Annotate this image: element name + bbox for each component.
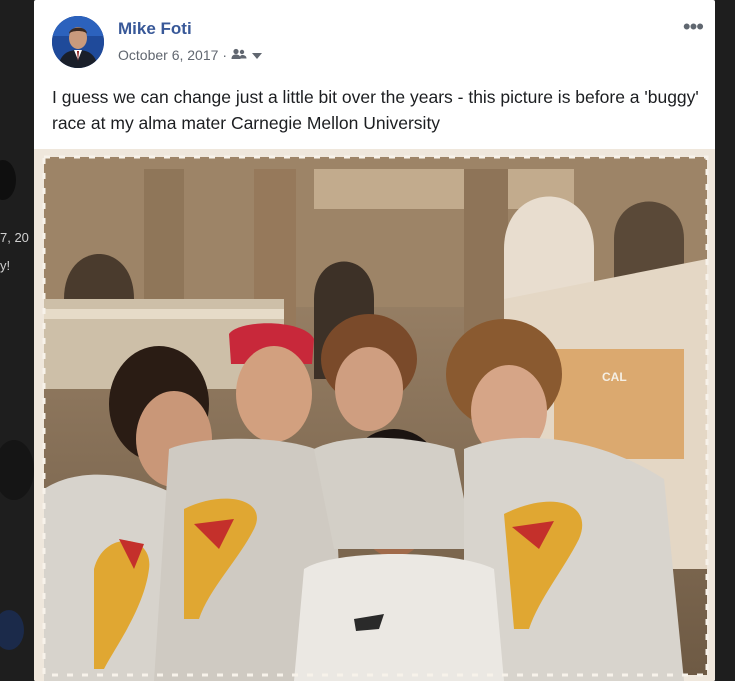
truck-logo-text: CAL (602, 370, 627, 384)
post-photo[interactable]: CAL (34, 149, 715, 681)
post-card: Mike Foti October 6, 2017 · ••• I guess … (34, 0, 715, 681)
caret-down-icon[interactable] (251, 47, 263, 63)
post-date-link[interactable]: October 6, 2017 (118, 47, 218, 63)
author-avatar-image (52, 16, 104, 68)
peek-avatar2-icon (0, 610, 24, 650)
post-meta: October 6, 2017 · (118, 47, 263, 63)
meta-separator: · (222, 47, 228, 63)
author-avatar[interactable] (52, 16, 104, 68)
post-text: I guess we can change just a little bit … (52, 87, 699, 133)
peek-avatar-icon (0, 160, 16, 200)
more-horizontal-icon[interactable]: ••• (683, 14, 704, 40)
author-name-link[interactable]: Mike Foti (118, 19, 192, 39)
background-left-column: 7, 20 y! (0, 0, 38, 681)
peek-year-text: 7, 20 (0, 230, 29, 245)
photo-image: CAL (34, 149, 715, 681)
background-right-column (715, 0, 735, 681)
friends-icon[interactable] (231, 47, 247, 63)
peek-photo-icon (0, 440, 34, 500)
peek-word-text: y! (0, 258, 11, 273)
